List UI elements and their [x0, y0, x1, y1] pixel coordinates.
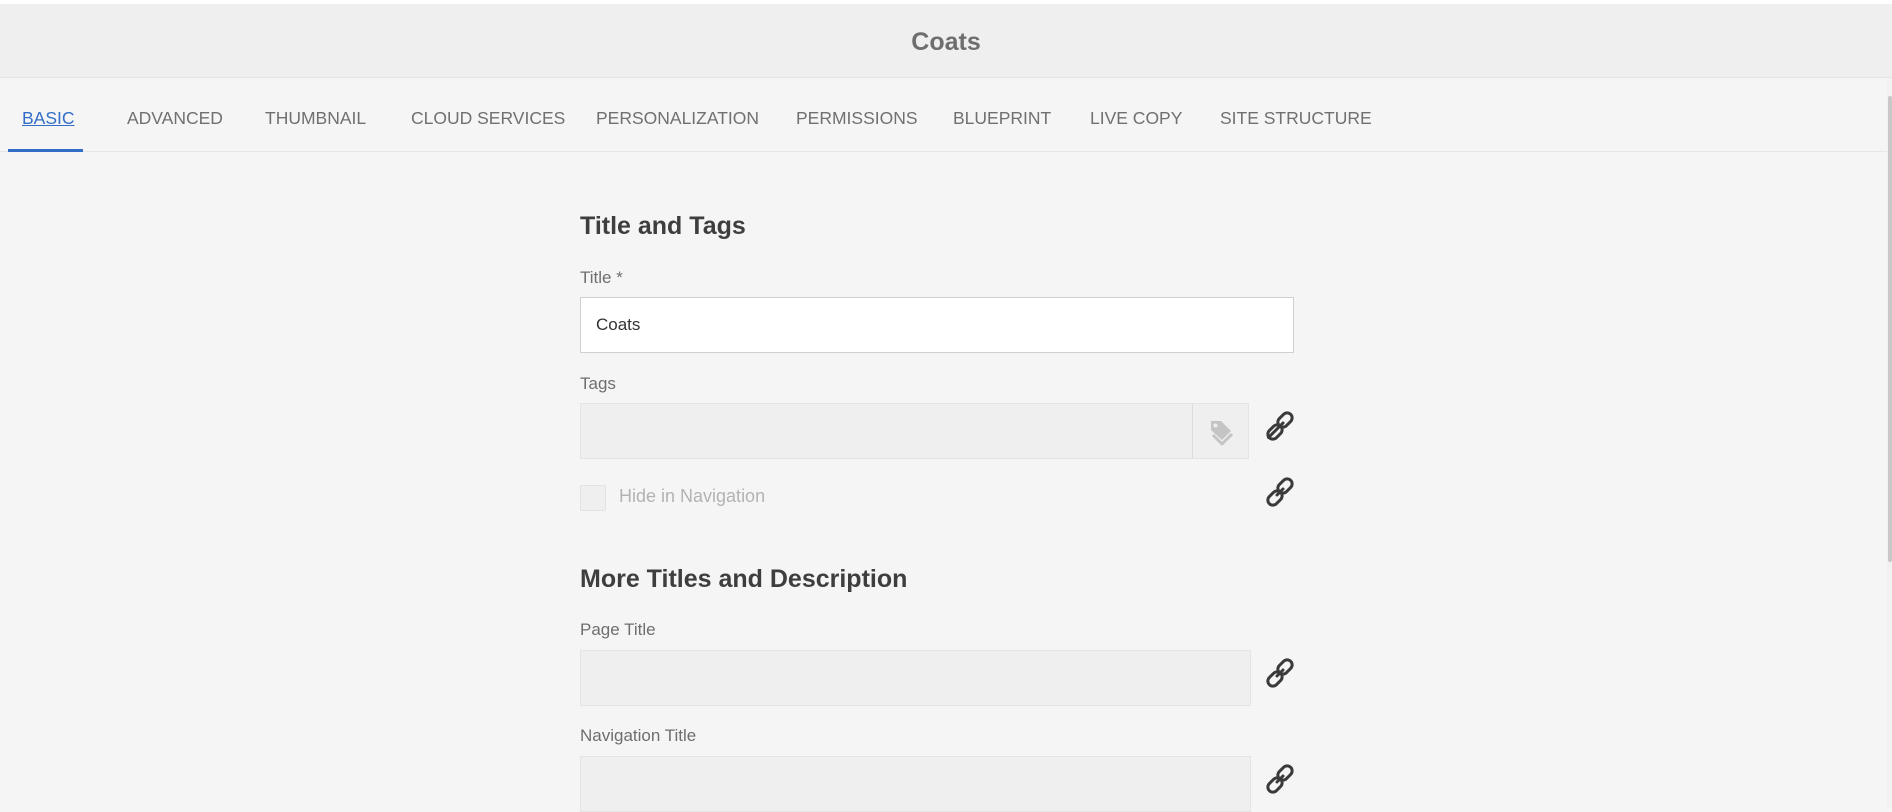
tab-bar: BASIC ADVANCED THUMBNAIL CLOUD SERVICES …	[0, 78, 1892, 152]
tab-blueprint[interactable]: BLUEPRINT	[953, 78, 1051, 152]
tab-cloud-services[interactable]: CLOUD SERVICES	[411, 78, 565, 152]
active-tab-indicator	[8, 149, 83, 152]
tab-live-copy[interactable]: LIVE COPY	[1090, 78, 1182, 152]
scrollbar-thumb[interactable]	[1888, 96, 1892, 562]
tab-personalization[interactable]: PERSONALIZATION	[596, 78, 759, 152]
tab-advanced[interactable]: ADVANCED	[127, 78, 223, 152]
link-icon[interactable]	[1263, 475, 1297, 509]
link-icon[interactable]	[1263, 656, 1297, 690]
tag-picker-button[interactable]	[1192, 403, 1249, 459]
dialog-header: Coats	[0, 4, 1892, 78]
page-title: Coats	[911, 28, 981, 56]
section-heading-title-and-tags: Title and Tags	[580, 212, 746, 240]
tags-input[interactable]	[580, 403, 1193, 459]
tab-basic[interactable]: BASIC	[22, 78, 75, 152]
hide-in-navigation-checkbox[interactable]	[580, 485, 606, 511]
tab-site-structure[interactable]: SITE STRUCTURE	[1220, 78, 1372, 152]
tag-icon	[1211, 421, 1234, 446]
title-field-label: Title *	[580, 268, 623, 287]
page-title-input[interactable]	[580, 650, 1251, 706]
tags-field-label: Tags	[580, 374, 616, 393]
tab-thumbnail[interactable]: THUMBNAIL	[265, 78, 366, 152]
navigation-title-field-label: Navigation Title	[580, 726, 697, 745]
title-input[interactable]	[580, 297, 1294, 353]
tab-permissions[interactable]: PERMISSIONS	[796, 78, 918, 152]
page-title-field-label: Page Title	[580, 620, 656, 639]
link-icon[interactable]	[1263, 409, 1297, 443]
section-heading-more-titles: More Titles and Description	[580, 565, 908, 593]
link-icon[interactable]	[1263, 762, 1297, 796]
hide-in-navigation-label: Hide in Navigation	[619, 486, 766, 506]
navigation-title-input[interactable]	[580, 756, 1251, 812]
